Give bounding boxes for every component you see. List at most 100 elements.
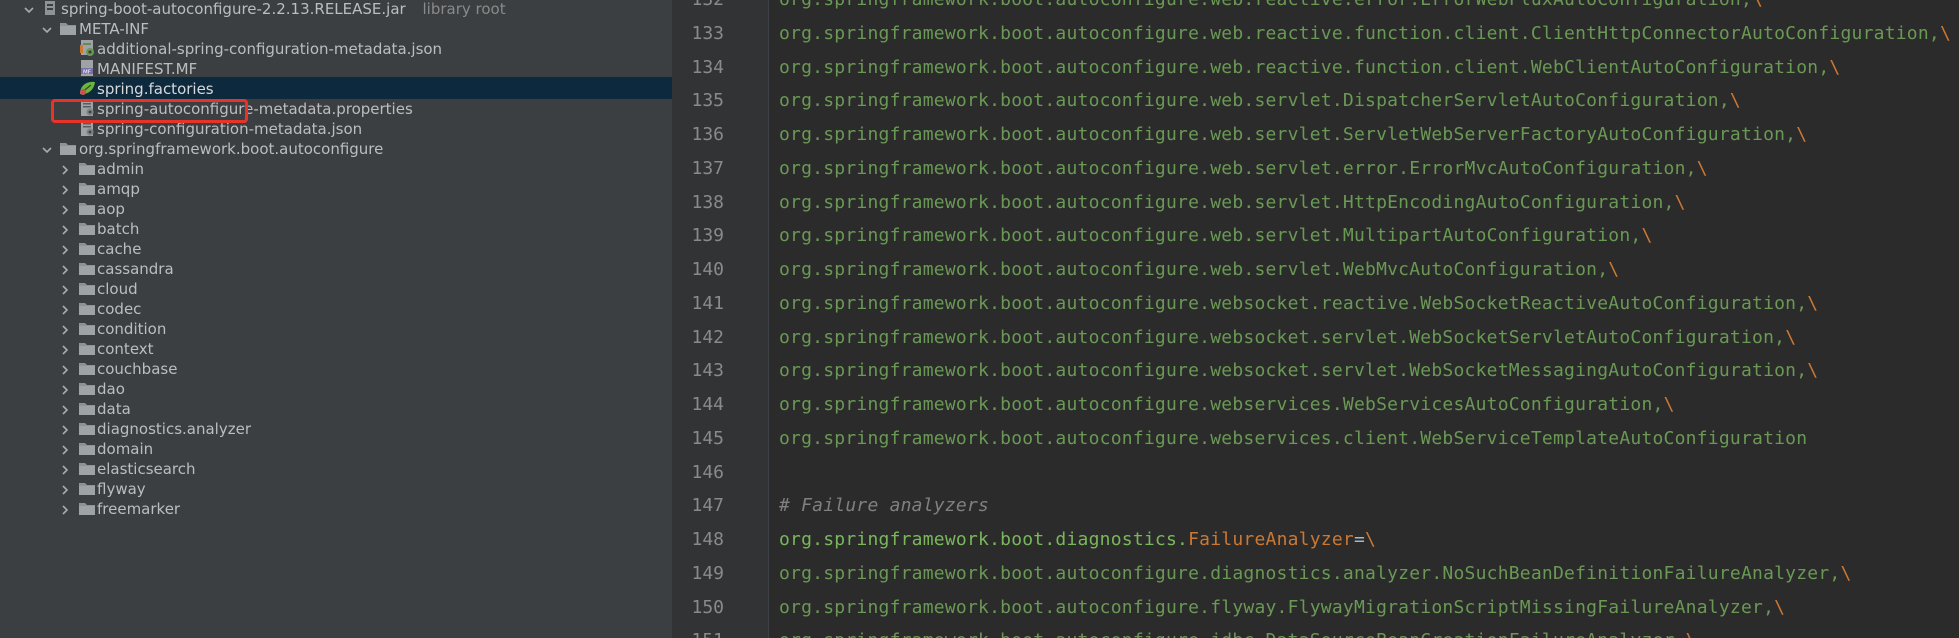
line-number: 140: [691, 259, 724, 280]
line-number: 143: [691, 360, 724, 382]
tree-item-org-springframework-boot-autoconfigure[interactable]: org.springframework.boot.autoconfigure: [0, 137, 672, 159]
line-number: 147: [691, 495, 724, 517]
folder-icon: [77, 159, 97, 177]
tree-item-amqp[interactable]: amqp: [0, 177, 672, 199]
chevron-right-icon[interactable]: [59, 302, 71, 315]
folder-icon: [77, 219, 97, 237]
line-continuation: \: [1785, 326, 1797, 348]
tree-item-batch[interactable]: batch: [0, 217, 672, 239]
tree-item-domain[interactable]: domain: [0, 437, 672, 459]
class-name: org.springframework.boot.autoconfigure.w…: [779, 157, 1697, 179]
chevron-right-icon[interactable]: [59, 422, 71, 435]
chevron-right-icon[interactable]: [59, 182, 71, 195]
class-name: org.springframework.boot.autoconfigure.w…: [779, 225, 1642, 247]
line-continuation: \: [1674, 191, 1686, 213]
svg-text:MF: MF: [83, 70, 91, 76]
folder-icon: [77, 359, 97, 377]
code-line: 146: [672, 456, 1959, 490]
tree-item-additional-spring-configuration-metadata-json[interactable]: additional-spring-configuration-metadata…: [0, 37, 672, 59]
code-line: 134 org.springframework.boot.autoconfigur…: [672, 51, 1959, 85]
tree-item-spring-configuration-metadata-json[interactable]: spring-configuration-metadata.json: [0, 117, 672, 139]
chevron-right-icon[interactable]: [59, 482, 71, 495]
code-text: org.springframework.boot.autoconfigure.w…: [779, 152, 1708, 186]
code-line: 135 org.springframework.boot.autoconfigur…: [672, 84, 1959, 118]
property-key-package: org.springframework.boot.diagnostics.: [779, 529, 1189, 550]
chevron-right-icon[interactable]: [59, 162, 71, 175]
chevron-down-icon[interactable]: [23, 2, 35, 14]
code-text: org.springframework.boot.autoconfigure.w…: [779, 84, 1741, 118]
tree-item-manifest-mf[interactable]: MF MANIFEST.MF: [0, 57, 672, 79]
code-line: 149 org.springframework.boot.autoconfigur…: [672, 557, 1959, 591]
folder-icon: [77, 459, 97, 477]
tree-item-data[interactable]: data: [0, 397, 672, 419]
folder-icon: [77, 199, 97, 217]
code-text: org.springframework.boot.autoconfigure.w…: [779, 388, 1675, 422]
chevron-right-icon[interactable]: [59, 202, 71, 215]
spring-leaf-icon: [77, 79, 97, 97]
line-continuation: \: [1729, 90, 1741, 112]
line-number: 146: [691, 461, 724, 483]
code-line: 139 org.springframework.boot.autoconfigur…: [672, 219, 1959, 253]
tree-item-codec[interactable]: codec: [0, 297, 672, 319]
tree-item-elasticsearch[interactable]: elasticsearch: [0, 457, 672, 479]
tree-item-aop[interactable]: aop: [0, 197, 672, 219]
line-continuation: \: [1641, 225, 1653, 247]
tree-item-context[interactable]: context: [0, 337, 672, 359]
tree-item-admin[interactable]: admin: [0, 157, 672, 179]
tree-item-flyway[interactable]: flyway: [0, 477, 672, 499]
line-number: 138: [691, 191, 724, 213]
class-name: org.springframework.boot.autoconfigure.w…: [779, 56, 1830, 78]
folder-icon: [77, 439, 97, 457]
line-number: 151: [672, 624, 724, 638]
chevron-right-icon[interactable]: [59, 362, 71, 375]
code-text: org.springframework.boot.autoconfigure.f…: [779, 591, 1785, 625]
chevron-right-icon[interactable]: [59, 442, 71, 455]
chevron-down-icon[interactable]: [41, 22, 53, 34]
comment: # Failure analyzers: [779, 495, 990, 517]
tree-item-diagnostics-analyzer[interactable]: diagnostics.analyzer: [0, 417, 672, 439]
chevron-right-icon[interactable]: [59, 322, 71, 335]
tree-item-spring-factories[interactable]: spring.factories: [0, 77, 672, 99]
code-text: org.springframework.boot.autoconfigure.w…: [779, 422, 1807, 456]
chevron-right-icon[interactable]: [59, 502, 71, 515]
tree-item-label: freemarker: [97, 500, 181, 518]
tree-item-cassandra[interactable]: cassandra: [0, 257, 672, 279]
code-text: org.springframework.boot.autoconfigure.w…: [779, 186, 1686, 220]
chevron-right-icon[interactable]: [59, 222, 71, 235]
chevron-right-icon[interactable]: [59, 242, 71, 255]
code-text: org.springframework.boot.autoconfigure.w…: [779, 219, 1653, 253]
class-name: org.springframework.boot.autoconfigure.w…: [779, 292, 1808, 314]
tree-item-dao[interactable]: dao: [0, 377, 672, 399]
chevron-right-icon[interactable]: [59, 342, 71, 355]
line-continuation: \: [1365, 529, 1377, 550]
code-line: 132 org.springframework.boot.autoconfigur…: [672, 0, 1959, 17]
code-editor[interactable]: 132 org.springframework.boot.autoconfigur…: [672, 0, 1959, 638]
chevron-right-icon[interactable]: [59, 462, 71, 475]
folder-icon: [77, 259, 97, 277]
chevron-right-icon[interactable]: [59, 402, 71, 415]
library-root-hint: library root: [422, 0, 506, 18]
code-line: 148 org.springframework.boot.diagnostics.…: [672, 523, 1959, 557]
chevron-down-icon[interactable]: [41, 142, 53, 154]
line-number: 150: [691, 596, 724, 618]
code-line: 144 org.springframework.boot.autoconfigur…: [672, 388, 1959, 422]
code-text: org.springframework.boot.autoconfigure.w…: [779, 287, 1818, 321]
chevron-right-icon[interactable]: [59, 262, 71, 275]
properties-icon: [77, 99, 97, 117]
line-number: 144: [691, 394, 724, 415]
tree-item-meta-inf[interactable]: META-INF: [0, 17, 672, 39]
tree-item-cloud[interactable]: cloud: [0, 277, 672, 299]
tree-item-spring-autoconfigure-metadata-properties[interactable]: spring-autoconfigure-metadata.properties: [0, 97, 672, 119]
tree-item-condition[interactable]: condition: [0, 317, 672, 339]
tree-item-freemarker[interactable]: freemarker: [0, 497, 672, 519]
class-name: org.springframework.boot.autoconfigure.w…: [779, 360, 1808, 382]
chevron-right-icon[interactable]: [59, 282, 71, 295]
folder-icon: [77, 399, 97, 417]
tree-item-couchbase[interactable]: couchbase: [0, 357, 672, 379]
tree-item-cache[interactable]: cache: [0, 237, 672, 259]
chevron-right-icon[interactable]: [59, 382, 71, 395]
folder-icon: [77, 179, 97, 197]
folder-icon: [58, 19, 78, 37]
code-line: 141 org.springframework.boot.autoconfigur…: [672, 287, 1959, 321]
class-name: org.springframework.boot.autoconfigure.w…: [779, 124, 1797, 145]
